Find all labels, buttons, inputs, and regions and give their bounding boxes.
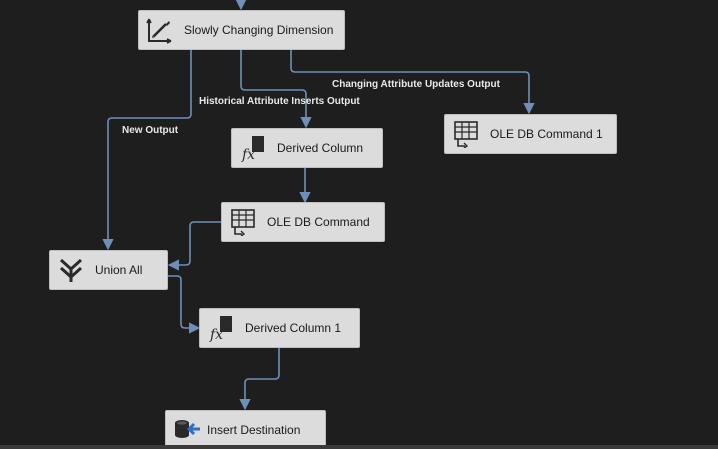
historical-attribute-inserts-output-label: Historical Attribute Inserts Output xyxy=(199,96,360,107)
slowly-changing-dimension-label: Slowly Changing Dimension xyxy=(184,23,334,37)
new-output-path xyxy=(102,50,192,251)
svg-text:fx: fx xyxy=(209,327,223,342)
ole-db-command-label: OLE DB Command xyxy=(267,215,370,229)
slowly-changing-dimension-node[interactable]: Slowly Changing Dimension xyxy=(138,10,345,50)
union-all-label: Union All xyxy=(95,263,143,277)
insert-destination-node[interactable]: Insert Destination xyxy=(165,410,326,449)
database-destination-icon xyxy=(172,415,202,445)
derived-column-fx-icon: fx xyxy=(238,133,268,163)
ole-db-command-node[interactable]: OLE DB Command xyxy=(221,202,385,242)
svg-text:fx: fx xyxy=(241,147,255,162)
derived-column-1-node[interactable]: fx Derived Column 1 xyxy=(199,308,360,348)
changing-attribute-updates-output-label: Changing Attribute Updates Output xyxy=(332,79,500,90)
ole-db-command-1-node[interactable]: OLE DB Command 1 xyxy=(444,114,617,154)
historical-attribute-inserts-path xyxy=(240,50,312,129)
data-flow-canvas[interactable]: Changing Attribute Updates Output Histor… xyxy=(0,0,718,449)
union-all-to-derived-column-1-path xyxy=(168,275,201,334)
insert-destination-label: Insert Destination xyxy=(207,423,301,437)
ole-db-command-icon xyxy=(228,207,258,237)
union-all-node[interactable]: Union All xyxy=(49,250,168,290)
ole-db-command-to-union-all-path xyxy=(167,221,221,271)
derived-column-1-label: Derived Column 1 xyxy=(245,321,342,335)
new-output-label: New Output xyxy=(122,125,179,136)
derived-column-1-to-insert-destination-path xyxy=(239,348,280,411)
derived-column-node[interactable]: fx Derived Column xyxy=(231,128,383,168)
ole-db-command-1-label: OLE DB Command 1 xyxy=(490,127,603,141)
derived-column-fx-icon: fx xyxy=(206,313,236,343)
slowly-changing-dimension-icon xyxy=(145,15,175,45)
derived-column-label: Derived Column xyxy=(277,141,364,155)
horizontal-scrollbar-track[interactable] xyxy=(0,445,718,449)
union-all-icon xyxy=(56,255,86,285)
ole-db-command-icon xyxy=(451,119,481,149)
